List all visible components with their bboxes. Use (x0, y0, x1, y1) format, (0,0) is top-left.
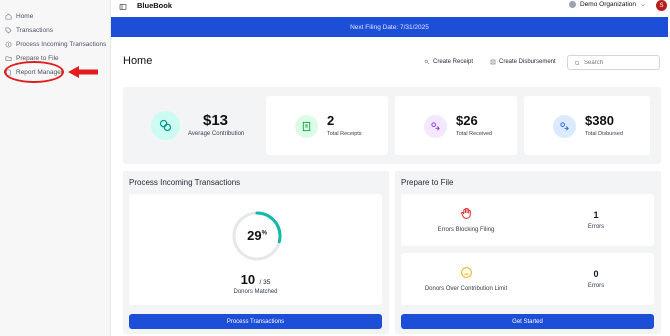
sidebar-toggle-icon[interactable] (119, 3, 127, 11)
donors-over-limit-count: 0 (593, 269, 599, 279)
organization-icon (569, 1, 576, 8)
process-transactions-button[interactable]: Process Transactions (129, 314, 382, 329)
stat-total-receipts: 2 Total Receipts (266, 96, 388, 155)
annotation-arrow-icon (68, 66, 98, 78)
sidebar-item-transactions[interactable]: Transactions (5, 25, 53, 35)
percent-value: 29 (247, 228, 262, 243)
create-disbursement-button[interactable]: Create Disbursement (490, 59, 556, 65)
money-out-icon (553, 115, 576, 138)
receipt-icon (424, 59, 430, 65)
progress-percent: 29% (230, 228, 284, 243)
donors-over-limit-label: Donors Over Contribution Limit (424, 286, 508, 292)
sidebar-item-label: Transactions (16, 26, 53, 34)
neutral-face-icon (461, 267, 472, 278)
errors-blocking-card: Errors Blocking Filing 1 Errors (401, 194, 654, 246)
donors-matched-label: Donors Matched (233, 289, 278, 295)
brand-name: BlueBook (137, 1, 173, 10)
search-icon (574, 60, 580, 65)
progress-card: 29% 10 / 35 Donors Matched (129, 194, 382, 305)
topbar: BlueBook Demo Organization S (111, 0, 670, 16)
section-title: Prepare to File (401, 178, 454, 187)
matched-total: / 35 (259, 279, 271, 286)
disbursement-icon (490, 59, 496, 65)
page-title: Home (123, 55, 153, 67)
stat-label: Average Contribution (188, 131, 245, 137)
organization-name: Demo Organization (580, 1, 636, 8)
donors-matched-count: 10 / 35 (129, 271, 382, 289)
errors-unit: Errors (587, 224, 605, 230)
stat-label: Total Disbursed (585, 131, 623, 137)
stop-hand-icon (461, 207, 471, 219)
stat-value: $380 (585, 113, 614, 128)
stat-value: $13 (203, 112, 229, 129)
matched-value: 10 (240, 272, 256, 287)
stat-value: 2 (327, 113, 335, 128)
process-incoming-section: Process Incoming Transactions 29% 10 / 3… (123, 171, 389, 334)
prepare-to-file-section: Prepare to File Errors Blocking Filing 1… (395, 171, 661, 334)
section-title: Process Incoming Transactions (129, 178, 241, 187)
banner-text: Next Filing Date: 7/31/2025 (350, 23, 429, 31)
stat-label: Total Receipts (327, 131, 362, 137)
tag-icon (5, 27, 12, 34)
search-input[interactable] (584, 59, 654, 66)
create-receipt-label: Create Receipt (433, 59, 474, 65)
stat-average-contribution: $13 Average Contribution (131, 96, 258, 155)
sidebar-item-process-incoming[interactable]: Process Incoming Transactions (5, 39, 106, 49)
dollar-circle-icon (5, 41, 12, 47)
coins-icon (151, 111, 180, 140)
donors-over-limit-card: Donors Over Contribution Limit 0 Errors (401, 253, 654, 305)
folder-icon (5, 55, 12, 61)
stat-value: $26 (456, 113, 478, 128)
get-started-button[interactable]: Get Started (401, 314, 654, 329)
percent-sign: % (261, 230, 267, 237)
money-in-icon (424, 115, 447, 138)
organization-switcher[interactable]: Demo Organization (569, 1, 646, 8)
sidebar-item-home[interactable]: Home (5, 11, 33, 21)
create-disbursement-label: Create Disbursement (499, 59, 556, 65)
chevron-down-icon (641, 3, 645, 6)
errors-blocking-label: Errors Blocking Filing (437, 227, 495, 233)
sidebar-item-label: Process Incoming Transactions (16, 40, 107, 48)
search-box[interactable] (567, 55, 660, 70)
stats-strip: $13 Average Contribution 2 Total Receipt… (123, 87, 661, 164)
sidebar-item-label: Home (16, 12, 34, 20)
annotation-ellipse (4, 61, 64, 83)
stat-total-received: $26 Total Received (395, 96, 517, 155)
avatar[interactable]: S (656, 0, 667, 11)
home-icon (5, 12, 12, 19)
filing-date-banner: Next Filing Date: 7/31/2025 (111, 17, 668, 37)
stat-total-disbursed: $380 Total Disbursed (524, 96, 650, 155)
create-receipt-button[interactable]: Create Receipt (424, 59, 473, 65)
sidebar: Home Transactions Process Incoming Trans… (0, 0, 111, 336)
errors-blocking-count: 1 (593, 210, 599, 220)
receipt-icon (295, 115, 318, 138)
errors-unit: Errors (587, 283, 605, 289)
stat-label: Total Received (456, 131, 493, 137)
